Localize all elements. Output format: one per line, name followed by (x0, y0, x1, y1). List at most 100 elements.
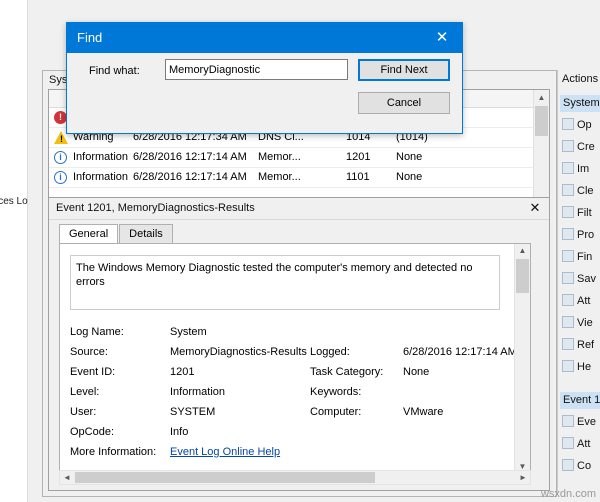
field-value: SYSTEM (170, 406, 215, 418)
action-attach-task-to-event[interactable]: Att (562, 437, 590, 450)
field-value: Info (170, 426, 188, 438)
field-value-2: VMware (403, 406, 443, 418)
action-label: Cre (577, 141, 595, 153)
action-label: Filt (577, 207, 592, 219)
action-clear-log[interactable]: Cle (562, 184, 594, 197)
action-label: Cle (577, 185, 594, 197)
detail-tabs: General Details (59, 224, 174, 244)
cell-event-id: 1101 (346, 171, 370, 183)
find-dialog-titlebar: Find ✕ (67, 23, 462, 53)
field-row: Log Name: System (70, 324, 520, 344)
find-dialog: Find ✕ Find what: Find Next Cancel (66, 22, 463, 134)
action-filter-current-log[interactable]: Filt (562, 206, 592, 219)
detail-horizontal-scrollbar[interactable]: ◄ ► (59, 470, 531, 485)
field-value: Information (170, 386, 225, 398)
left-tree-label: ices Lo (0, 196, 36, 207)
table-row[interactable]: i Information 6/28/2016 12:17:14 AM Memo… (49, 168, 533, 188)
action-label: Op (577, 119, 592, 131)
scroll-thumb[interactable] (535, 106, 548, 136)
close-icon[interactable]: ✕ (527, 200, 543, 216)
find-icon (562, 250, 574, 262)
field-label-2: Task Category: (310, 366, 383, 378)
action-label: Sav (577, 273, 596, 285)
more-information-label: More Information: (70, 446, 156, 458)
scroll-up-arrow[interactable]: ▲ (534, 90, 549, 105)
more-information-row: More Information: Event Log Online Help (70, 444, 520, 464)
cell-event-id: 1201 (346, 151, 370, 163)
action-copy[interactable]: Co (562, 459, 591, 472)
help-icon (562, 360, 574, 372)
action-save-events[interactable]: Sav (562, 272, 596, 285)
event-detail-header: Event 1201, MemoryDiagnostics-Results ✕ (49, 198, 549, 220)
field-label: Event ID: (70, 366, 115, 378)
field-label-2: Keywords: (310, 386, 361, 398)
field-value: MemoryDiagnostics-Results (170, 346, 307, 358)
field-label: OpCode: (70, 426, 114, 438)
open-icon (562, 118, 574, 130)
action-attach-task[interactable]: Att (562, 294, 590, 307)
action-create-custom-view[interactable]: Cre (562, 140, 595, 153)
cell-task-category: None (396, 151, 422, 163)
find-what-label: Find what: (89, 65, 140, 77)
scroll-up-arrow[interactable]: ▲ (515, 244, 530, 258)
cell-level: Information (73, 171, 128, 183)
cell-date: 6/28/2016 12:17:14 AM (133, 151, 247, 163)
view-icon (562, 316, 574, 328)
field-label: Level: (70, 386, 99, 398)
find-what-input[interactable] (165, 59, 348, 80)
action-label: Pro (577, 229, 594, 241)
watermark: wsxdn.com (541, 488, 596, 500)
field-value: System (170, 326, 207, 338)
field-row: User: SYSTEM Computer: VMware (70, 404, 520, 424)
detail-vertical-scrollbar[interactable]: ▲ ▼ (514, 244, 530, 474)
action-find[interactable]: Fin (562, 250, 592, 263)
tab-general[interactable]: General (59, 224, 118, 243)
cancel-button[interactable]: Cancel (358, 92, 450, 114)
app-root: ices Lo Syst Lev ! E ! Warning (0, 0, 600, 502)
cell-task-category: None (396, 171, 422, 183)
action-import-custom-view[interactable]: Im (562, 162, 589, 175)
close-icon[interactable]: ✕ (422, 23, 462, 53)
cell-source: Memor... (258, 151, 301, 163)
save-icon (562, 272, 574, 284)
attach-icon (562, 294, 574, 306)
event-list-scrollbar[interactable]: ▲ ▼ (533, 90, 549, 210)
action-open-saved-log[interactable]: Op (562, 118, 592, 131)
action-view[interactable]: Vie (562, 316, 593, 329)
field-row: OpCode: Info (70, 424, 520, 444)
action-properties[interactable]: Pro (562, 228, 594, 241)
filter-icon (562, 206, 574, 218)
scroll-thumb[interactable] (516, 259, 529, 293)
field-label: User: (70, 406, 96, 418)
action-refresh[interactable]: Ref (562, 338, 594, 351)
copy-icon (562, 459, 574, 471)
actions-section-event: Event 1 (560, 392, 600, 409)
cell-source: Memor... (258, 171, 301, 183)
left-tree-panel: ices Lo (0, 0, 28, 502)
refresh-icon (562, 338, 574, 350)
field-row: Source: MemoryDiagnostics-Results Logged… (70, 344, 520, 364)
scroll-right-arrow[interactable]: ► (516, 471, 530, 484)
event-message-text: The Windows Memory Diagnostic tested the… (76, 261, 499, 289)
import-icon (562, 162, 574, 174)
field-label: Log Name: (70, 326, 124, 338)
field-value-2: 6/28/2016 12:17:14 AM (403, 346, 517, 358)
table-row[interactable]: i Information 6/28/2016 12:17:14 AM Memo… (49, 148, 533, 168)
scroll-left-arrow[interactable]: ◄ (60, 471, 74, 484)
action-label: Eve (577, 416, 596, 428)
tab-details[interactable]: Details (119, 224, 173, 243)
scroll-thumb[interactable] (75, 472, 375, 483)
field-row: Level: Information Keywords: (70, 384, 520, 404)
event-log-online-help-link[interactable]: Event Log Online Help (170, 446, 280, 458)
event-detail-title: Event 1201, MemoryDiagnostics-Results (56, 202, 255, 214)
action-help[interactable]: He (562, 360, 591, 373)
find-next-button[interactable]: Find Next (358, 59, 450, 81)
clear-icon (562, 184, 574, 196)
action-event-properties[interactable]: Eve (562, 415, 596, 428)
event-properties-icon (562, 415, 574, 427)
field-label: Source: (70, 346, 108, 358)
detail-tab-body: The Windows Memory Diagnostic tested the… (59, 243, 531, 475)
field-label-2: Logged: (310, 346, 350, 358)
actions-title: Actions (562, 73, 598, 85)
actions-section-system: System (560, 95, 600, 112)
